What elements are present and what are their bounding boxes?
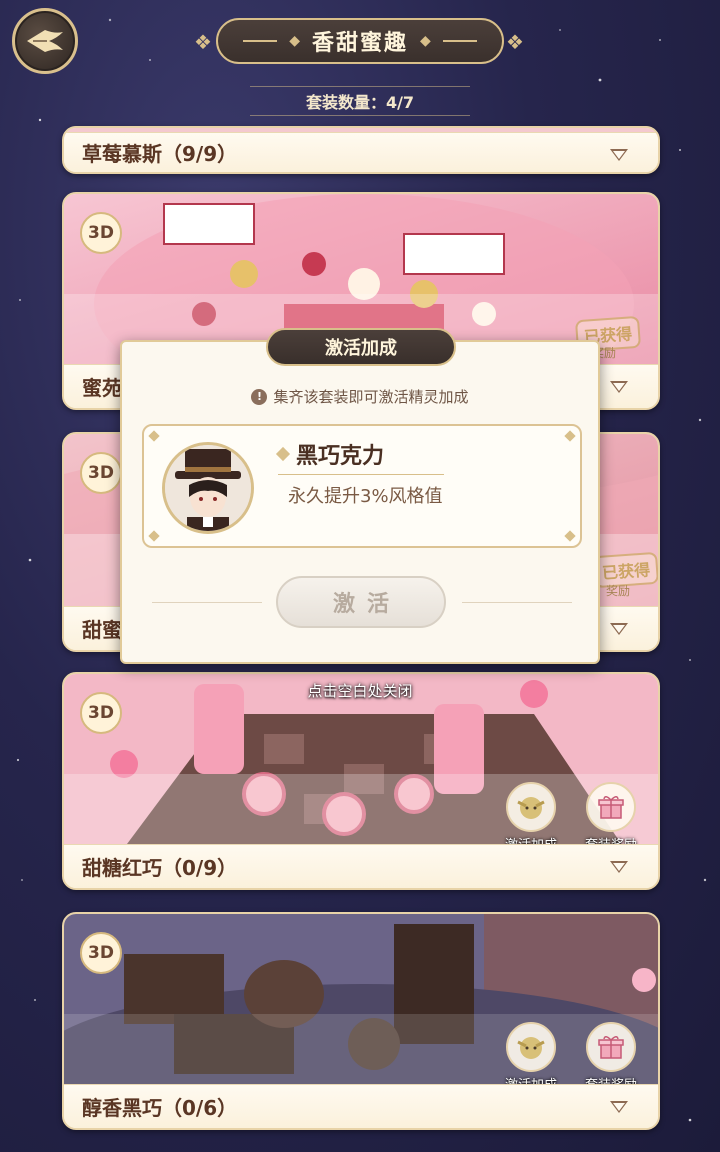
elf-avatar [162,442,254,534]
activate-bonus-popup: 激活加成 ! 集齐该套装即可激活精灵加成 黑巧克力 永久提升3%风格值 激活 [120,328,600,664]
diamond-bullet-icon [275,446,291,462]
popup-hint: ! 集齐该套装即可激活精灵加成 [122,386,598,407]
tap-to-close-hint: 点击空白处关闭 [307,682,413,700]
bonus-name: 黑巧克力 [275,438,444,475]
info-icon: ! [251,388,268,405]
popup-hint-text: 集齐该套装即可激活精灵加成 [273,388,469,406]
top-hat-character-icon [165,445,251,531]
activate-button[interactable]: 激活 [276,576,446,628]
bonus-card: 黑巧克力 永久提升3%风格值 [142,424,582,548]
popup-title: 激活加成 [266,328,456,366]
bonus-description: 永久提升3%风格值 [288,486,443,507]
